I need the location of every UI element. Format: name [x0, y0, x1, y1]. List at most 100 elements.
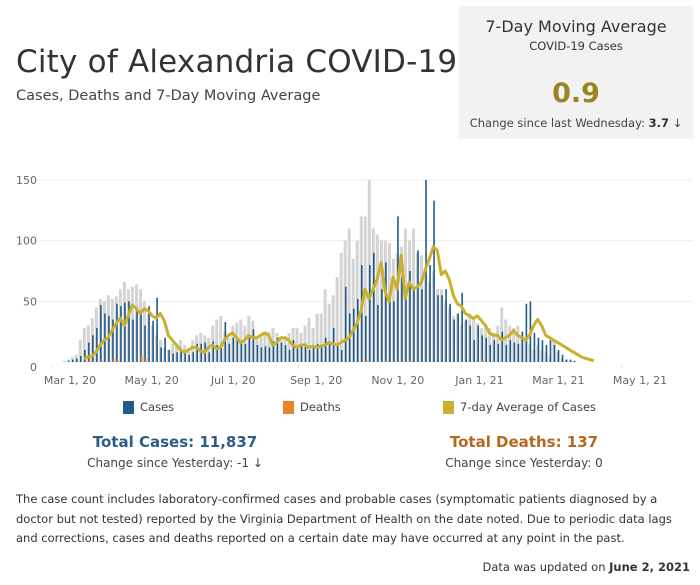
case-bar[interactable] — [232, 337, 235, 362]
death-bar[interactable] — [112, 358, 115, 362]
legend-deaths[interactable]: Deaths — [283, 400, 341, 414]
case-bar[interactable] — [569, 359, 572, 362]
case-bar[interactable] — [445, 289, 447, 362]
case-bar[interactable] — [365, 315, 367, 362]
case-bar[interactable] — [208, 352, 211, 362]
case-bar[interactable] — [88, 342, 90, 362]
case-bar[interactable] — [260, 347, 263, 362]
case-bar[interactable] — [220, 347, 223, 362]
case-bar[interactable] — [437, 295, 439, 362]
case-bar[interactable] — [244, 343, 247, 362]
death-bar[interactable] — [140, 356, 143, 362]
case-bar[interactable] — [96, 328, 98, 362]
death-bar[interactable] — [144, 358, 147, 362]
case-bar[interactable] — [67, 360, 70, 362]
case-bar[interactable] — [168, 349, 170, 362]
case-bar[interactable] — [441, 295, 443, 362]
case-bar[interactable] — [356, 298, 359, 362]
case-bar[interactable] — [160, 347, 162, 362]
case-bar[interactable] — [405, 295, 407, 362]
case-bar[interactable] — [320, 347, 323, 362]
case-bar[interactable] — [545, 345, 548, 362]
case-bar[interactable] — [573, 360, 576, 362]
case-bar[interactable] — [284, 345, 287, 362]
case-bar[interactable] — [120, 306, 122, 362]
case-bar[interactable] — [377, 304, 379, 362]
case-bar[interactable] — [517, 343, 520, 362]
case-bar[interactable] — [537, 337, 540, 362]
case-bar[interactable] — [84, 349, 86, 362]
case-bar[interactable] — [489, 345, 492, 362]
case-bar[interactable] — [152, 320, 154, 362]
case-bar[interactable] — [336, 345, 339, 362]
case-bar[interactable] — [324, 337, 327, 362]
case-bar[interactable] — [393, 301, 395, 362]
case-bar[interactable] — [469, 325, 471, 362]
case-bar[interactable] — [485, 337, 488, 362]
case-bar[interactable] — [280, 342, 283, 362]
case-bar[interactable] — [429, 264, 431, 362]
case-bar[interactable] — [328, 343, 331, 362]
case-bar[interactable] — [477, 325, 480, 362]
case-bar[interactable] — [505, 345, 508, 362]
case-bar[interactable] — [461, 292, 463, 362]
case-bar[interactable] — [561, 354, 564, 362]
case-bar[interactable] — [248, 337, 251, 362]
case-bar[interactable] — [252, 329, 255, 362]
death-bar[interactable] — [482, 359, 484, 362]
case-bar[interactable] — [369, 264, 371, 362]
case-bar[interactable] — [525, 303, 528, 362]
case-bar[interactable] — [228, 343, 231, 362]
case-bar[interactable] — [256, 345, 259, 362]
case-bar[interactable] — [300, 345, 303, 362]
death-bar[interactable] — [88, 359, 91, 362]
death-bar[interactable] — [116, 359, 119, 362]
case-bar[interactable] — [481, 335, 484, 362]
case-bar[interactable] — [268, 347, 271, 362]
case-bar[interactable] — [164, 337, 166, 362]
case-bar[interactable] — [80, 355, 82, 362]
case-bar[interactable] — [312, 346, 315, 362]
case-bar[interactable] — [457, 313, 459, 362]
case-bar[interactable] — [192, 352, 195, 362]
case-bar[interactable] — [497, 343, 500, 362]
case-bar[interactable] — [352, 308, 355, 362]
case-bar[interactable] — [136, 307, 138, 362]
case-bar[interactable] — [344, 286, 347, 362]
case-bar[interactable] — [513, 342, 516, 362]
case-bar[interactable] — [100, 304, 102, 362]
case-bar[interactable] — [373, 252, 375, 362]
case-bar[interactable] — [433, 200, 435, 362]
case-bar[interactable] — [140, 313, 142, 362]
case-bar[interactable] — [449, 303, 451, 362]
case-bar[interactable] — [381, 289, 383, 362]
death-bar[interactable] — [409, 359, 412, 362]
case-bar[interactable] — [389, 295, 391, 362]
case-bar[interactable] — [172, 353, 174, 362]
case-bar[interactable] — [533, 332, 536, 362]
case-bar[interactable] — [385, 262, 387, 362]
case-bar[interactable] — [156, 297, 158, 362]
case-bar[interactable] — [288, 349, 291, 362]
case-bar[interactable] — [501, 331, 504, 362]
case-bar[interactable] — [124, 302, 126, 362]
case-bar[interactable] — [116, 303, 118, 362]
death-bar[interactable] — [100, 359, 103, 362]
case-bar[interactable] — [413, 289, 415, 362]
case-bar[interactable] — [453, 319, 455, 362]
case-bar[interactable] — [465, 319, 467, 362]
case-bar[interactable] — [509, 340, 512, 362]
case-bar[interactable] — [71, 359, 74, 362]
case-bar[interactable] — [92, 335, 94, 362]
case-bar[interactable] — [493, 340, 496, 362]
case-bar[interactable] — [308, 349, 311, 362]
case-bar[interactable] — [340, 349, 343, 362]
case-bar[interactable] — [296, 347, 299, 362]
case-bar[interactable] — [236, 340, 239, 362]
case-bar[interactable] — [240, 341, 243, 362]
case-bar[interactable] — [565, 359, 568, 362]
cases-chart[interactable]: 0 50 100 150 Mar 1, 20 May 1, 20 Jul 1, 20 Sep… — [0, 150, 700, 395]
case-bar[interactable] — [473, 340, 475, 362]
legend-cases[interactable]: Cases — [123, 400, 174, 414]
case-bar[interactable] — [417, 250, 419, 362]
